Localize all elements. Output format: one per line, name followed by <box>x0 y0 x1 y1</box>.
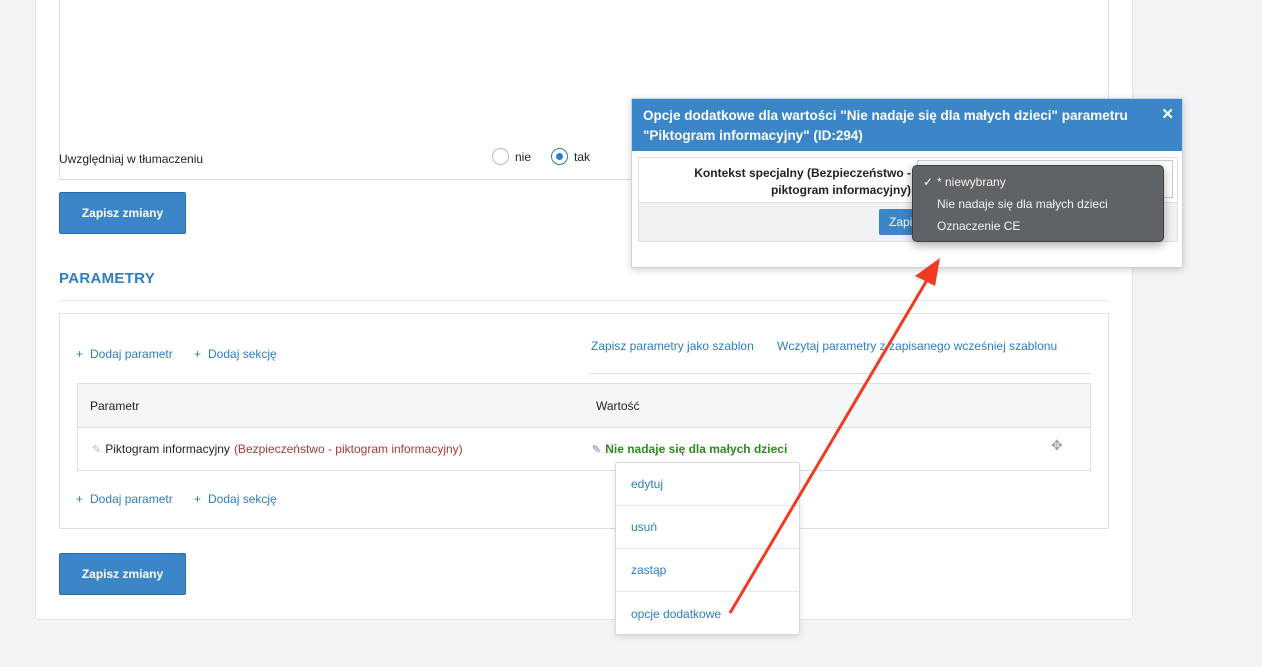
radio-yes-label: tak <box>574 149 591 164</box>
checkmark-icon: ✓ <box>923 175 934 189</box>
template-divider <box>590 373 1091 374</box>
radio-no[interactable] <box>492 148 509 165</box>
param-name-cell[interactable]: ✎ Piktogram informacyjny (Bezpieczeństwo -… <box>92 442 463 456</box>
modal-title: Opcje dodatkowe dla wartości "Nie nadaje… <box>643 108 1128 143</box>
radio-yes[interactable] <box>551 148 569 165</box>
translate-label: Uwzględniaj w tłumaczeniu <box>59 152 204 166</box>
param-value-cell[interactable]: ✎ Nie nadaje się dla małych dzieci <box>592 442 787 456</box>
save-changes-button-bottom[interactable]: Zapisz zmiany <box>59 553 186 595</box>
plus-icon: + <box>76 347 84 361</box>
param-value: Nie nadaje się dla małych dzieci <box>605 442 788 456</box>
special-context-label: Kontekst specjalny (Bezpieczeństwo - pik… <box>694 166 911 197</box>
params-section-title: PARAMETRY <box>59 270 156 287</box>
col-value-header: Wartość <box>596 399 640 413</box>
menu-item-delete[interactable]: usuń <box>616 506 799 549</box>
special-context-dropdown: ✓ * niewybrany Nie nadaje się dla małych … <box>912 165 1164 242</box>
dropdown-option-none[interactable]: ✓ * niewybrany <box>913 171 1163 193</box>
menu-item-extra-options[interactable]: opcje dodatkowe <box>616 592 799 635</box>
param-name: Piktogram informacyjny <box>105 442 230 456</box>
section-divider <box>59 300 1109 301</box>
add-section-link-bottom[interactable]: + Dodaj sekcję <box>194 492 277 506</box>
table-row: ✎ Piktogram informacyjny (Bezpieczeństwo -… <box>78 428 1090 471</box>
load-template-link[interactable]: Wczytaj parametry z zapisanego wcześniej… <box>777 339 1057 353</box>
add-section-label: Dodaj sekcję <box>208 347 277 361</box>
option-label: * niewybrany <box>937 175 1006 189</box>
params-table: Parametr Wartość ✎ Piktogram informacyjny… <box>77 383 1091 471</box>
menu-item-edit[interactable]: edytuj <box>616 463 799 506</box>
plus-icon: + <box>76 492 84 506</box>
menu-item-replace[interactable]: zastąp <box>616 549 799 592</box>
add-section-link-top[interactable]: + Dodaj sekcję <box>194 347 277 361</box>
radio-no-label: nie <box>515 149 532 164</box>
add-param-link-bottom[interactable]: + Dodaj parametr <box>76 492 173 506</box>
move-icon[interactable]: ✥ <box>1051 437 1063 454</box>
dropdown-option-not-for-kids[interactable]: Nie nadaje się dla małych dzieci <box>913 193 1163 215</box>
dropdown-option-ce[interactable]: Oznaczenie CE <box>913 215 1163 237</box>
table-header: Parametr Wartość <box>78 384 1090 428</box>
add-param-label: Dodaj parametr <box>90 347 173 361</box>
option-label: Nie nadaje się dla małych dzieci <box>937 197 1108 211</box>
add-param-label: Dodaj parametr <box>90 492 173 506</box>
modal-header: Opcje dodatkowe dla wartości "Nie nadaje… <box>632 99 1182 151</box>
param-context: (Bezpieczeństwo - piktogram informacyjny… <box>233 442 463 456</box>
pencil-icon[interactable]: ✎ <box>592 444 601 456</box>
plus-icon: + <box>194 347 202 361</box>
pencil-icon[interactable]: ✎ <box>92 444 101 456</box>
translate-radio-group: nie tak <box>492 148 604 165</box>
add-param-link-top[interactable]: + Dodaj parametr <box>76 347 173 361</box>
plus-icon: + <box>194 492 202 506</box>
close-icon[interactable]: ✕ <box>1161 105 1174 125</box>
option-label: Oznaczenie CE <box>937 219 1021 233</box>
col-param-header: Parametr <box>90 399 140 413</box>
save-template-link[interactable]: Zapisz parametry jako szablon <box>591 339 754 353</box>
save-changes-button-top[interactable]: Zapisz zmiany <box>59 192 186 234</box>
value-context-menu: edytuj usuń zastąp opcje dodatkowe <box>615 462 800 635</box>
add-section-label: Dodaj sekcję <box>208 492 277 506</box>
